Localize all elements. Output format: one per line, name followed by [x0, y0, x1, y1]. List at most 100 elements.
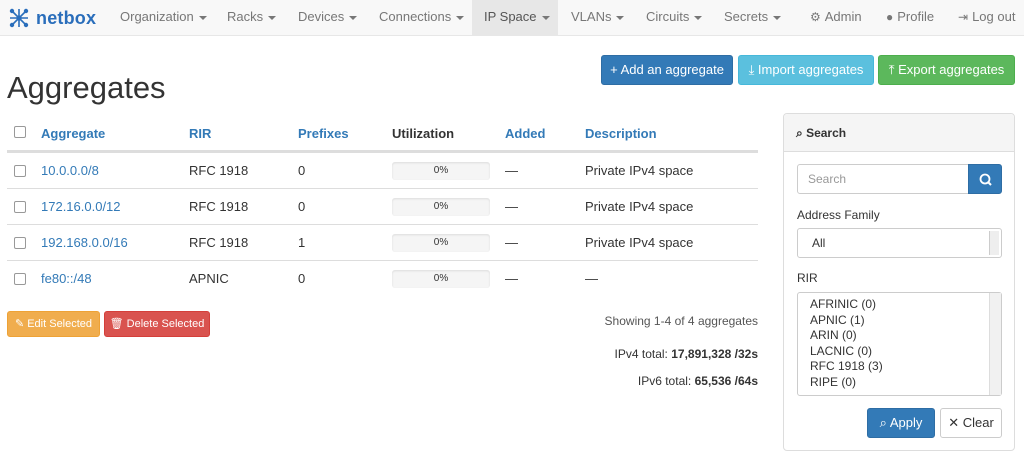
row-checkbox[interactable]	[14, 273, 26, 285]
rir-label: RIR	[797, 271, 818, 285]
import-icon: ⤓	[748, 62, 758, 77]
header-added[interactable]: Added	[505, 114, 545, 150]
nav-ip-space[interactable]: IP Space	[472, 0, 558, 36]
aggregate-link[interactable]: 10.0.0.0/8	[41, 153, 99, 189]
chevron-down-icon	[694, 15, 703, 20]
description-cell: —	[585, 271, 598, 286]
clear-button[interactable]: ✕ Clear	[940, 408, 1002, 438]
pagination-info: Showing 1-4 of 4 aggregates	[604, 314, 758, 328]
utilization-bar: 0%	[392, 162, 490, 180]
pencil-icon: ✎	[14, 318, 28, 330]
search-icon: ⌕	[796, 126, 807, 140]
description-cell: Private IPv4 space	[585, 163, 694, 178]
utilization-bar: 0%	[392, 198, 490, 216]
search-button[interactable]	[968, 164, 1002, 194]
search-icon	[979, 173, 992, 186]
rir-option[interactable]: RFC 1918 (3)	[810, 359, 1001, 375]
add-aggregate-button[interactable]: + Add an aggregate	[601, 55, 733, 85]
chevron-down-icon	[773, 15, 782, 20]
aggregate-link[interactable]: 192.168.0.0/16	[41, 225, 128, 261]
ipv6-total: IPv6 total: 65,536 /64s	[637, 374, 758, 388]
nav-organization[interactable]: Organization	[108, 0, 219, 36]
rir-option[interactable]: APNIC (1)	[810, 313, 1001, 329]
prefixes-cell: 0	[298, 199, 306, 214]
rir-option[interactable]: LACNIC (0)	[810, 344, 1001, 360]
select-all-checkbox[interactable]	[14, 126, 26, 138]
rir-option[interactable]: RIPE (0)	[810, 375, 1001, 391]
close-icon: ✕	[948, 415, 963, 430]
chevron-down-icon	[541, 15, 550, 20]
utilization-bar: 0%	[392, 234, 490, 252]
added-cell: —	[505, 235, 518, 250]
search-panel-heading: ⌕ Search	[784, 114, 1014, 152]
plus-icon: +	[610, 62, 621, 77]
aggregate-link[interactable]: fe80::/48	[41, 261, 92, 297]
chevron-down-icon	[198, 15, 207, 20]
row-checkbox[interactable]	[14, 237, 26, 249]
export-aggregates-button[interactable]: ⤒ Export aggregates	[878, 55, 1015, 85]
nav-devices[interactable]: Devices	[286, 0, 369, 36]
search-panel: ⌕ Search Search Address Family All RIR A…	[783, 113, 1015, 451]
added-cell: —	[505, 199, 518, 214]
prefixes-cell: 0	[298, 271, 306, 286]
rir-option[interactable]: AFRINIC (0)	[810, 297, 1001, 313]
description-cell: Private IPv4 space	[585, 235, 694, 250]
header-aggregate[interactable]: Aggregate	[41, 114, 105, 150]
select-arrow-icon	[989, 231, 999, 255]
rir-cell: RFC 1918	[189, 163, 249, 178]
address-family-value: All	[812, 236, 826, 250]
row-checkbox[interactable]	[14, 201, 26, 213]
rir-cell: APNIC	[189, 271, 229, 286]
aggregate-link[interactable]: 172.16.0.0/12	[41, 189, 121, 225]
table-row: fe80::/48 APNIC 0 0% — —	[7, 260, 758, 296]
address-family-label: Address Family	[797, 208, 880, 222]
cogs-icon: ⚙	[810, 10, 821, 24]
prefixes-cell: 1	[298, 235, 306, 250]
added-cell: —	[505, 271, 518, 286]
ipv4-total: IPv4 total: 17,891,328 /32s	[614, 347, 758, 361]
trash-icon: 🗑	[109, 318, 127, 330]
nav-racks[interactable]: Racks	[215, 0, 288, 36]
chevron-down-icon	[349, 15, 358, 20]
listbox-scrollbar[interactable]	[989, 293, 1001, 395]
header-rir[interactable]: RIR	[189, 114, 211, 150]
rir-option[interactable]: ARIN (0)	[810, 328, 1001, 344]
search-input[interactable]: Search	[797, 164, 969, 194]
nav-admin[interactable]: ⚙ Admin	[810, 0, 862, 36]
nav-secrets[interactable]: Secrets	[712, 0, 793, 36]
brand-name: netbox	[36, 7, 97, 28]
log-out-icon: ⇥	[958, 10, 969, 24]
search-icon: ⌕	[879, 415, 890, 430]
brand-logo[interactable]: netbox	[8, 0, 96, 36]
nav-connections[interactable]: Connections	[367, 0, 476, 36]
apply-button[interactable]: ⌕ Apply	[867, 408, 935, 438]
nav-vlans[interactable]: VLANs	[559, 0, 636, 36]
description-cell: Private IPv4 space	[585, 199, 694, 214]
header-prefixes[interactable]: Prefixes	[298, 114, 349, 150]
netbox-logo-icon	[9, 8, 29, 28]
nav-logout[interactable]: ⇥ Log out	[958, 0, 1015, 36]
added-cell: —	[505, 163, 518, 178]
header-utilization: Utilization	[392, 126, 455, 141]
rir-cell: RFC 1918	[189, 235, 249, 250]
page-title: Aggregates	[7, 70, 166, 105]
rir-cell: RFC 1918	[189, 199, 249, 214]
row-checkbox[interactable]	[14, 165, 26, 177]
top-navbar: netbox Organization Racks Devices Connec…	[0, 0, 1024, 36]
prefixes-cell: 0	[298, 163, 306, 178]
address-family-select[interactable]: All	[797, 228, 1002, 258]
nav-profile[interactable]: ● Profile	[886, 0, 934, 36]
import-aggregates-button[interactable]: ⤓ Import aggregates	[738, 55, 874, 85]
rir-listbox[interactable]: AFRINIC (0) APNIC (1) ARIN (0) LACNIC (0…	[797, 292, 1002, 396]
chevron-down-icon	[456, 15, 465, 20]
user-icon: ●	[886, 10, 894, 24]
utilization-bar: 0%	[392, 270, 490, 288]
table-header: Aggregate RIR Prefixes Utilization Added…	[7, 114, 758, 152]
table-row: 10.0.0.0/8 RFC 1918 0 0% — Private IPv4 …	[7, 152, 758, 188]
table-row: 172.16.0.0/12 RFC 1918 0 0% — Private IP…	[7, 188, 758, 224]
delete-selected-button[interactable]: 🗑 Delete Selected	[104, 311, 210, 337]
nav-circuits[interactable]: Circuits	[634, 0, 714, 36]
header-description[interactable]: Description	[585, 114, 657, 150]
export-icon: ⤒	[888, 62, 899, 77]
edit-selected-button[interactable]: ✎ Edit Selected	[7, 311, 100, 337]
